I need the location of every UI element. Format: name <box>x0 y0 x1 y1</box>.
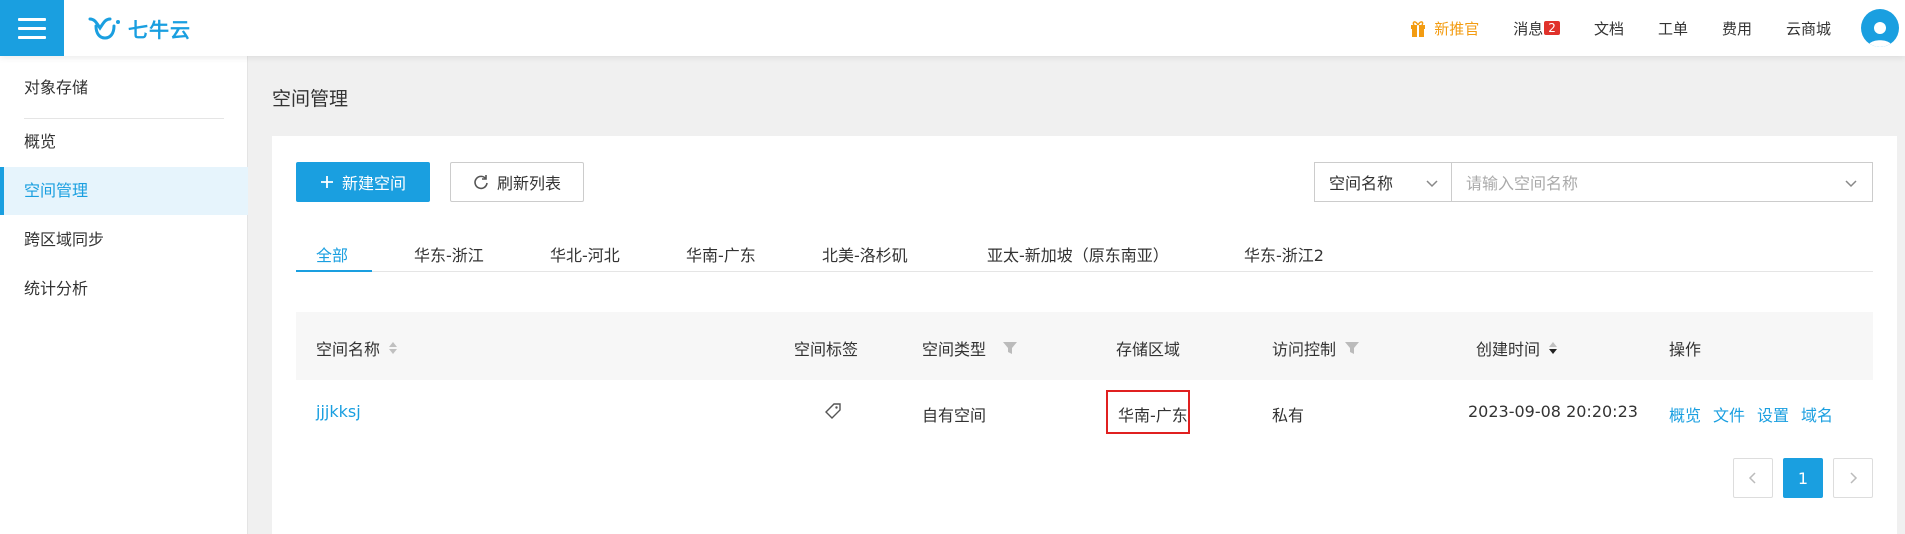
tab-ap-singapore[interactable]: 亚太-新加坡（原东南亚） <box>987 242 1169 282</box>
search-field-select[interactable]: 空间名称 <box>1314 162 1451 202</box>
chevron-left-icon <box>1748 472 1756 484</box>
active-tab-indicator <box>296 270 372 272</box>
page-1-button[interactable]: 1 <box>1783 458 1823 498</box>
tag-icon[interactable] <box>824 402 842 420</box>
column-header-name[interactable]: 空间名称 <box>316 336 398 360</box>
tab-south-guangdong[interactable]: 华南-广东 <box>686 242 756 282</box>
search-placeholder: 请输入空间名称 <box>1466 174 1579 193</box>
column-header-tag: 空间标签 <box>794 340 859 359</box>
logo-text: 七牛云 <box>128 17 191 42</box>
nav-promo[interactable]: 新推官 <box>1410 18 1479 39</box>
column-header-region: 存储区域 <box>1116 340 1181 359</box>
tab-east-zhejiang[interactable]: 华东-浙江 <box>414 242 484 282</box>
column-header-ops: 操作 <box>1669 340 1702 359</box>
qiniu-logo-icon <box>88 17 120 40</box>
nav-billing[interactable]: 费用 <box>1722 18 1752 39</box>
sidebar: 对象存储 概览 空间管理 跨区域同步 统计分析 <box>0 56 248 534</box>
bucket-type: 自有空间 <box>922 406 987 425</box>
bucket-created-time: 2023-09-08 20:20:23 <box>1468 402 1638 421</box>
nav-tickets[interactable]: 工单 <box>1658 18 1688 39</box>
op-overview-link[interactable]: 概览 <box>1669 402 1701 426</box>
filter-icon <box>1345 342 1360 354</box>
tab-north-hebei[interactable]: 华北-河北 <box>550 242 620 282</box>
create-bucket-button[interactable]: 新建空间 <box>296 162 430 202</box>
menu-icon <box>18 17 46 21</box>
nav-store[interactable]: 云商城 <box>1786 18 1831 39</box>
op-settings-link[interactable]: 设置 <box>1757 402 1789 426</box>
main-panel: 新建空间 刷新列表 空间名称 请输入空间名称 全部 华东-浙江 华北-河北 华南… <box>272 136 1897 534</box>
nav-messages[interactable]: 消息 2 <box>1513 18 1560 39</box>
hamburger-menu-button[interactable] <box>0 0 64 56</box>
tab-all[interactable]: 全部 <box>316 242 348 282</box>
nav-promo-label: 新推官 <box>1434 19 1480 38</box>
region-tabs: 全部 华东-浙江 华北-河北 华南-广东 北美-洛杉矶 亚太-新加坡（原东南亚）… <box>296 232 1873 272</box>
sidebar-item-cross-region-sync[interactable]: 跨区域同步 <box>0 216 248 264</box>
op-domain-link[interactable]: 域名 <box>1801 402 1833 426</box>
bucket-access: 私有 <box>1272 406 1305 425</box>
chevron-right-icon <box>1850 472 1858 484</box>
top-nav: 新推官 消息 2 文档 工单 费用 云商城 <box>1410 0 1905 56</box>
plus-icon <box>320 176 333 188</box>
op-files-link[interactable]: 文件 <box>1713 402 1745 426</box>
prev-page-button[interactable] <box>1733 458 1773 498</box>
column-header-access[interactable]: 访问控制 <box>1272 336 1360 360</box>
table-header: 空间名称 空间标签 空间类型 存储区域 访问控制 创建时间 操作 <box>296 312 1873 380</box>
user-icon <box>1868 22 1892 47</box>
bucket-name-link[interactable]: jjjkksj <box>316 402 361 421</box>
sort-icon <box>389 342 398 354</box>
sidebar-item-statistics[interactable]: 统计分析 <box>0 265 248 313</box>
sort-desc-icon <box>1549 342 1558 354</box>
nav-docs[interactable]: 文档 <box>1594 18 1624 39</box>
bucket-region: 华南-广东 <box>1118 406 1188 425</box>
message-count-badge: 2 <box>1544 21 1560 35</box>
gift-icon <box>1411 21 1426 37</box>
nav-messages-label: 消息 <box>1513 19 1544 38</box>
sidebar-item-overview[interactable]: 概览 <box>0 118 248 166</box>
search-field-value: 空间名称 <box>1329 174 1394 193</box>
top-bar: 七牛云 新推官 消息 2 文档 工单 费用 云商城 <box>0 0 1905 56</box>
sidebar-title[interactable]: 对象存储 <box>0 64 248 112</box>
refresh-list-button[interactable]: 刷新列表 <box>450 162 584 202</box>
chevron-down-icon <box>1845 180 1857 188</box>
create-bucket-label: 新建空间 <box>341 174 406 193</box>
refresh-list-label: 刷新列表 <box>496 174 561 193</box>
page-title: 空间管理 <box>272 88 349 110</box>
tab-na-los-angeles[interactable]: 北美-洛杉矶 <box>822 242 908 282</box>
column-header-created[interactable]: 创建时间 <box>1476 336 1558 360</box>
sidebar-item-bucket-management[interactable]: 空间管理 <box>0 167 248 215</box>
filter-icon <box>1003 342 1018 354</box>
column-header-type[interactable]: 空间类型 <box>922 336 1018 360</box>
next-page-button[interactable] <box>1833 458 1873 498</box>
search-input[interactable]: 请输入空间名称 <box>1451 162 1873 202</box>
qiniu-logo[interactable]: 七牛云 <box>88 12 191 44</box>
chevron-down-icon <box>1426 180 1438 188</box>
refresh-icon <box>474 175 488 190</box>
table-row: jjjkksj 自有空间 华南-广东 私有 2023-09-08 20:20:2… <box>296 380 1873 444</box>
tab-east-zhejiang-2[interactable]: 华东-浙江2 <box>1244 242 1324 282</box>
user-avatar[interactable] <box>1861 9 1899 47</box>
